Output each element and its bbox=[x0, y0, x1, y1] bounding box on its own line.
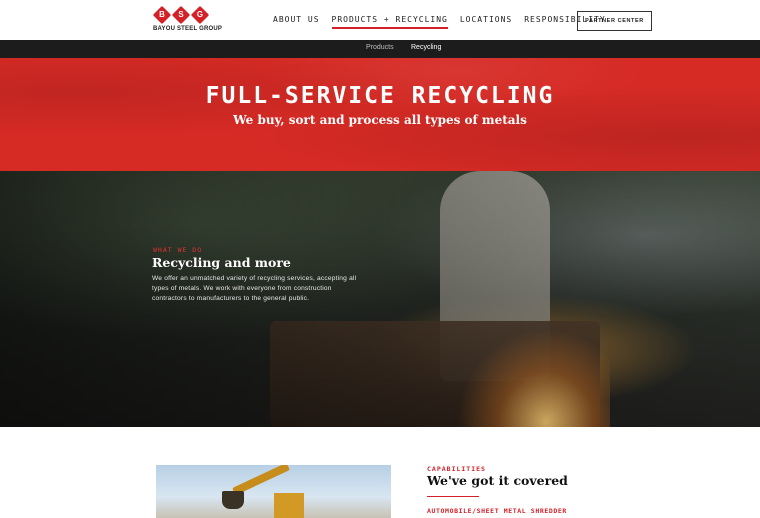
logo-mark-s: S bbox=[171, 5, 191, 25]
bayou-steel-logo[interactable]: B S G BAYOU STEEL GROUP bbox=[152, 5, 223, 34]
hero-subtitle: We buy, sort and process all types of me… bbox=[233, 113, 527, 127]
sub-nav: Products Recycling bbox=[0, 40, 760, 58]
logo-letter-b: B bbox=[159, 10, 165, 20]
nav-products-recycling[interactable]: PRODUCTS + RECYCLING bbox=[331, 15, 448, 29]
nav-locations[interactable]: LOCATIONS bbox=[460, 15, 512, 29]
excavator-bucket bbox=[222, 491, 244, 509]
logo-letter-g: G bbox=[196, 10, 204, 20]
excavator-cab bbox=[274, 493, 304, 518]
what-we-do-title: Recycling and more bbox=[152, 255, 291, 270]
capability-shredder[interactable]: AUTOMOBILE/SHEET METAL SHREDDER bbox=[427, 507, 567, 515]
hero-banner: FULL-SERVICE RECYCLING We buy, sort and … bbox=[0, 58, 760, 171]
capabilities-title: We've got it covered bbox=[427, 473, 568, 488]
logo-mark-b: B bbox=[152, 5, 172, 25]
logo-letter-s: S bbox=[178, 10, 184, 20]
logo-marks: B S G bbox=[152, 5, 211, 25]
what-we-do-body: We offer an unmatched variety of recycli… bbox=[152, 275, 357, 302]
main-nav: ABOUT US PRODUCTS + RECYCLING LOCATIONS … bbox=[273, 15, 606, 29]
excavator-image bbox=[156, 465, 391, 518]
capabilities-label: CAPABILITIES bbox=[427, 465, 486, 473]
capabilities-divider bbox=[427, 496, 479, 497]
what-we-do-label: WHAT WE DO bbox=[153, 246, 203, 254]
partner-center-button[interactable]: PARTNER CENTER bbox=[577, 11, 652, 31]
photo-overlay bbox=[0, 171, 760, 427]
logo-mark-g: G bbox=[190, 5, 210, 25]
subnav-recycling[interactable]: Recycling bbox=[411, 44, 441, 51]
nav-about-us[interactable]: ABOUT US bbox=[273, 15, 320, 29]
subnav-products[interactable]: Products bbox=[366, 44, 394, 51]
recycling-photo-section bbox=[0, 171, 760, 427]
hero-title: FULL-SERVICE RECYCLING bbox=[205, 83, 555, 109]
logo-wordmark: BAYOU STEEL GROUP bbox=[153, 26, 223, 32]
site-header: B S G BAYOU STEEL GROUP ABOUT US PRODUCT… bbox=[0, 0, 760, 40]
